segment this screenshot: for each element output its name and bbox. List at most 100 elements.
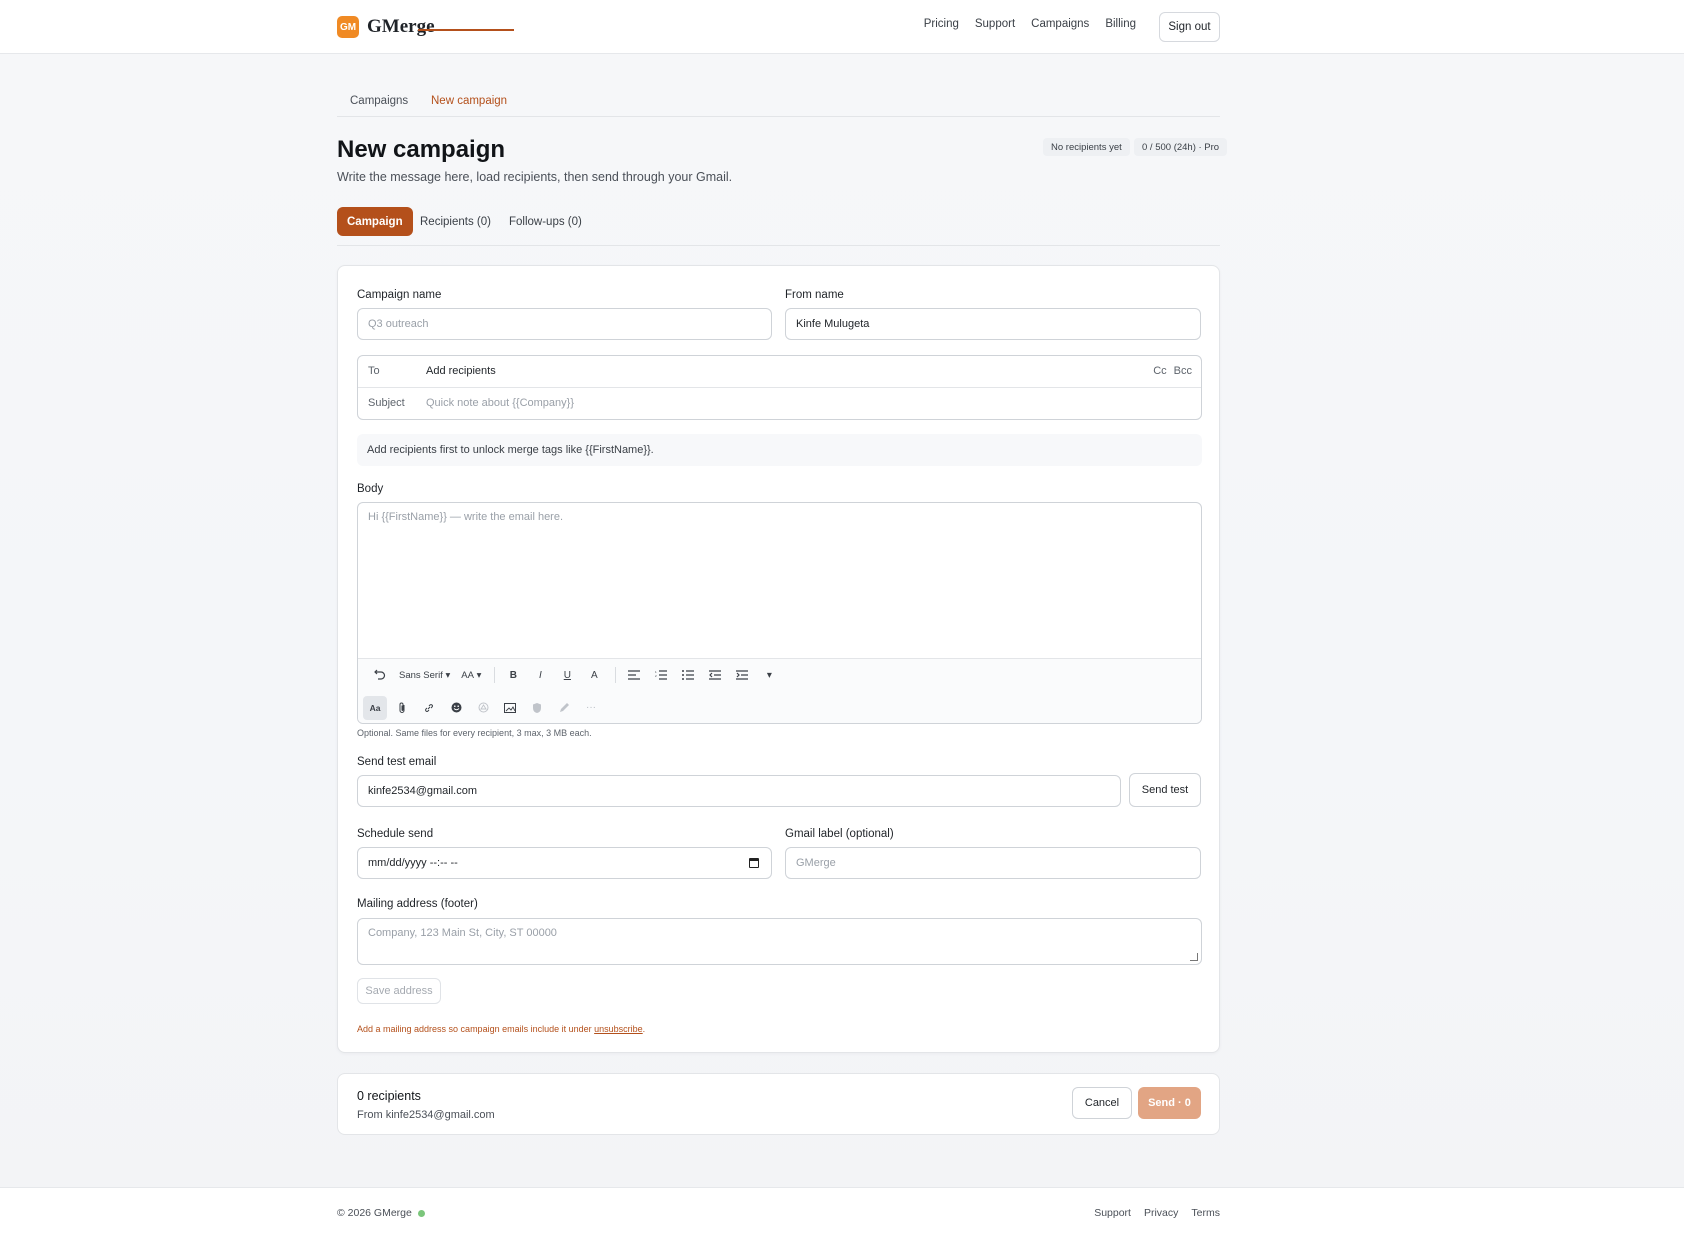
mail-header-box: To Add recipients Cc Bcc Subject Quick n… [357, 355, 1202, 420]
test-email-input[interactable]: kinfe2534@gmail.com [357, 775, 1121, 807]
undo-icon[interactable] [368, 663, 392, 687]
page-title: New campaign [337, 136, 506, 163]
nav-link-support[interactable]: Support [975, 18, 1015, 30]
footer-links: Support Privacy Terms [1094, 1207, 1220, 1219]
calendar-icon[interactable] [749, 858, 759, 868]
to-row: To Add recipients Cc Bcc [358, 356, 1201, 388]
mailing-address-warning: Add a mailing address so campaign emails… [357, 1024, 645, 1034]
active-tab-indicator [418, 29, 514, 31]
top-navbar: GM GMerge Pricing Support Campaigns Bill… [0, 0, 1684, 54]
copyright: © 2026 GMerge [337, 1207, 425, 1219]
page-subtitle: Write the message here, load recipients,… [337, 170, 733, 184]
gmail-label-label: Gmail label (optional) [785, 828, 894, 840]
warning-text: Add a mailing address so campaign emails… [357, 1024, 595, 1034]
tab-follow-ups[interactable]: Follow-ups (0) [499, 207, 592, 236]
lock-icon[interactable] [525, 696, 549, 720]
text-color-icon[interactable]: A [582, 663, 606, 687]
formatting-options-icon[interactable]: Aa [363, 695, 387, 720]
font-family-select[interactable]: Sans Serif ▾ [395, 663, 454, 687]
brand-name: GMerge [367, 16, 435, 37]
tab-campaign[interactable]: Campaign [337, 207, 413, 236]
schedule-label: Schedule send [357, 828, 434, 840]
more-formatting-dropdown-icon[interactable]: ▾ [757, 663, 781, 687]
tab-new-campaign[interactable]: New campaign [431, 95, 507, 107]
bcc-toggle[interactable]: Bcc [1174, 365, 1192, 377]
body-editor[interactable]: Hi {{FirstName}} — write the email here.… [357, 502, 1202, 724]
sender-address: From kinfe2534@gmail.com [357, 1109, 495, 1121]
recipient-count: 0 recipients [357, 1089, 421, 1103]
page-footer: © 2026 GMerge Support Privacy Terms [0, 1187, 1684, 1239]
signature-pen-icon[interactable] [552, 696, 576, 720]
warning-suffix: . [642, 1024, 646, 1034]
toolbar-divider [615, 667, 617, 683]
cc-bcc: Cc Bcc [1153, 365, 1192, 377]
recipients-status-badge: No recipients yet [1043, 138, 1130, 156]
outdent-icon[interactable] [703, 663, 727, 687]
brand[interactable]: GM GMerge [337, 16, 435, 38]
nav-link-pricing[interactable]: Pricing [924, 18, 959, 30]
nav-link-billing[interactable]: Billing [1105, 18, 1136, 30]
save-address-button[interactable]: Save address [357, 978, 441, 1004]
sign-out-button[interactable]: Sign out [1159, 12, 1220, 42]
indent-icon[interactable] [730, 663, 754, 687]
send-button[interactable]: Send · 0 [1138, 1087, 1201, 1119]
footer-link-privacy[interactable]: Privacy [1144, 1207, 1178, 1219]
section-tabs: Campaign Recipients (0) Follow-ups (0) [337, 207, 1220, 246]
schedule-datetime-input[interactable]: mm/dd/yyyy --:-- -- [357, 847, 772, 879]
cancel-button[interactable]: Cancel [1072, 1087, 1132, 1119]
font-family-value: Sans Serif [399, 669, 443, 681]
font-size-value: AA [461, 669, 474, 681]
merge-tags-notice: Add recipients first to unlock merge tag… [357, 434, 1202, 466]
page-tabs: Campaigns New campaign [337, 86, 1220, 117]
send-test-label: Send test email [357, 756, 437, 768]
quota-badge: 0 / 500 (24h) · Pro [1134, 138, 1228, 156]
subject-input[interactable]: Quick note about {{Company}} [426, 397, 574, 409]
resize-handle-icon[interactable] [1190, 953, 1198, 961]
drive-icon[interactable] [471, 696, 495, 720]
editor-toolbar-primary: Sans Serif ▾ AA ▾ B I U A 12 ▾ [358, 658, 1201, 691]
bulleted-list-icon[interactable] [676, 663, 700, 687]
send-summary-bar: 0 recipients From kinfe2534@gmail.com Ca… [337, 1073, 1220, 1135]
image-icon[interactable] [498, 696, 522, 720]
underline-icon[interactable]: U [555, 663, 579, 687]
nav-link-campaigns[interactable]: Campaigns [1031, 18, 1089, 30]
body-label: Body [357, 483, 384, 495]
campaign-name-label: Campaign name [357, 289, 442, 301]
tab-campaigns[interactable]: Campaigns [350, 95, 408, 107]
to-label: To [368, 365, 380, 377]
numbered-list-icon[interactable]: 12 [649, 663, 673, 687]
italic-icon[interactable]: I [528, 663, 552, 687]
from-name-label: From name [785, 289, 844, 301]
send-test-button[interactable]: Send test [1129, 773, 1201, 807]
cc-toggle[interactable]: Cc [1153, 365, 1166, 377]
unsubscribe-link[interactable]: unsubscribe [594, 1024, 643, 1034]
link-icon[interactable] [417, 696, 441, 720]
toolbar-divider [494, 667, 496, 683]
from-name-input[interactable]: Kinfe Mulugeta [785, 308, 1201, 340]
subject-row: Subject Quick note about {{Company}} [358, 388, 1201, 420]
footer-link-support[interactable]: Support [1094, 1207, 1131, 1219]
subject-label: Subject [368, 397, 405, 409]
brand-logo: GM [337, 16, 359, 38]
bold-icon[interactable]: B [501, 663, 525, 687]
gmail-label-input[interactable]: GMerge [785, 847, 1201, 879]
mailing-address-textarea[interactable]: Company, 123 Main St, City, ST 00000 [357, 918, 1202, 965]
footer-link-terms[interactable]: Terms [1191, 1207, 1220, 1219]
editor-toolbar-secondary: Aa ··· [358, 691, 1201, 723]
campaign-name-input[interactable]: Q3 outreach [357, 308, 772, 340]
align-icon[interactable] [622, 663, 646, 687]
font-size-select[interactable]: AA ▾ [457, 663, 485, 687]
emoji-icon[interactable] [444, 696, 468, 720]
mailing-address-label: Mailing address (footer) [357, 898, 478, 910]
status-dot-icon [417, 1209, 425, 1217]
campaign-form-card: Campaign name Q3 outreach From name Kinf… [337, 265, 1220, 1053]
to-input[interactable]: Add recipients [426, 365, 496, 377]
more-options-icon[interactable]: ··· [579, 696, 603, 720]
body-placeholder[interactable]: Hi {{FirstName}} — write the email here. [368, 511, 563, 523]
attachment-hint: Optional. Same files for every recipient… [357, 728, 592, 738]
nav-links: Pricing Support Campaigns Billing [924, 18, 1136, 30]
svg-text:2: 2 [655, 674, 657, 678]
mailing-address-placeholder: Company, 123 Main St, City, ST 00000 [368, 927, 557, 939]
tab-recipients[interactable]: Recipients (0) [410, 207, 501, 236]
attachment-icon[interactable] [390, 696, 414, 720]
